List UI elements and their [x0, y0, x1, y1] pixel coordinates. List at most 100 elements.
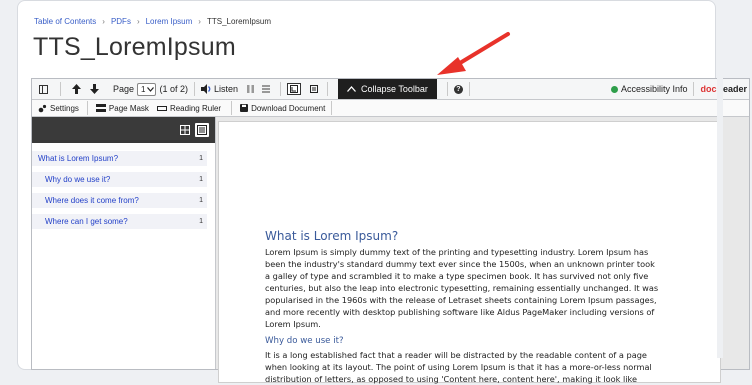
reading-ruler-icon: [156, 105, 167, 111]
next-page-button[interactable]: [85, 81, 103, 97]
breadcrumb-link-pdfs[interactable]: PDFs: [111, 17, 131, 26]
toc-item-label: Where does it come from?: [45, 196, 139, 205]
page-label: Page: [113, 84, 135, 94]
toc-sidebar: What is Lorem Ipsum? 1 Why do we use it?…: [32, 117, 216, 369]
stop-button[interactable]: [258, 81, 274, 97]
toolbar-divider: [468, 82, 470, 96]
toolbar-divider: [194, 82, 195, 96]
docreader-logo: docReader: [700, 84, 747, 94]
toggle-sidebar-button[interactable]: [32, 81, 54, 97]
breadcrumb-separator: ›: [136, 17, 140, 26]
toc-item-page: 1: [199, 155, 203, 162]
page-view-icon: [310, 85, 319, 93]
list-icon: [197, 125, 207, 135]
text-view-icon: [290, 85, 299, 93]
check-circle-icon: [610, 85, 618, 93]
reading-ruler-label: Reading Ruler: [169, 103, 222, 113]
page-title: TTS_LoremIpsum: [33, 33, 236, 61]
doc-line: been the industry's standard dummy text …: [265, 259, 655, 269]
breadcrumb-separator: ›: [198, 17, 201, 26]
chevron-down-icon: [147, 86, 155, 92]
arrow-down-icon: [89, 84, 99, 94]
doc-line: Lorem Ipsum.: [265, 319, 321, 329]
arrow-up-icon: [71, 84, 81, 94]
accessibility-info-label: Accessibility Info: [620, 84, 688, 94]
doc-line: distribution of letters, as opposed to u…: [265, 374, 637, 384]
toolbar-divider: [331, 101, 333, 115]
secondary-toolbar: Settings Page Mask Reading Ruler Downloa…: [32, 100, 749, 117]
download-document-label: Download Document: [251, 103, 326, 113]
pause-button[interactable]: [242, 81, 258, 97]
page-select-value: 1: [141, 84, 146, 94]
doc-line: centuries, but also the leap into electr…: [265, 283, 659, 293]
settings-icon: [38, 104, 47, 112]
help-icon[interactable]: ?: [453, 84, 463, 94]
accessibility-info-button[interactable]: Accessibility Info: [610, 84, 688, 94]
previous-page-button[interactable]: [67, 81, 85, 97]
sidebar-header: [32, 117, 215, 143]
reading-ruler-button[interactable]: Reading Ruler: [155, 100, 227, 116]
toc-item[interactable]: Where does it come from? 1: [32, 193, 207, 209]
collapse-toolbar-label: Collapse Toolbar: [361, 84, 428, 94]
floppy-disk-icon: [240, 104, 249, 112]
settings-button[interactable]: Settings: [32, 100, 87, 116]
stop-icon: [262, 85, 271, 93]
toc-item[interactable]: Where can I get some? 1: [32, 214, 207, 230]
breadcrumb-separator: ›: [102, 17, 105, 26]
thumbnail-view-button[interactable]: [178, 123, 192, 137]
toolbar-divider: [693, 82, 695, 96]
chevron-up-icon: [347, 86, 357, 92]
doc-line: It is a long established fact that a rea…: [265, 350, 647, 360]
download-document-button[interactable]: Download Document: [240, 100, 331, 116]
page-view-button[interactable]: [307, 81, 321, 97]
outline-view-button[interactable]: [195, 123, 209, 137]
brand-doc: doc: [700, 84, 717, 94]
document-viewer: Page 1 (1 of 2) Listen Collapse Toolbar: [31, 78, 750, 384]
toc-item-page: 1: [199, 218, 203, 225]
collapse-toolbar-button[interactable]: Collapse Toolbar: [338, 79, 437, 99]
doc-line: and more recently with desktop publishin…: [265, 307, 655, 317]
doc-line: Lorem Ipsum is simply dummy text of the …: [265, 247, 649, 257]
toc-list: What is Lorem Ipsum? 1 Why do we use it?…: [32, 151, 207, 235]
doc-line: popularised in the 1960s with the releas…: [265, 295, 657, 305]
toolbar-divider: [327, 82, 329, 96]
toolbar-divider: [446, 82, 448, 96]
page-count: (1 of 2): [159, 84, 188, 94]
page-scroll-gutter: [717, 0, 723, 358]
toolbar-divider: [86, 101, 88, 115]
toc-item-page: 1: [199, 176, 203, 183]
doc-heading-why-do-we-use-it: Why do we use it?: [265, 336, 344, 346]
main-toolbar: Page 1 (1 of 2) Listen Collapse Toolbar: [32, 79, 749, 100]
toolbar-divider: [231, 101, 233, 115]
document-area: What is Lorem Ipsum? Lorem Ipsum is simp…: [216, 117, 749, 384]
breadcrumb: Table of Contents › PDFs › Lorem Ipsum ›…: [34, 17, 271, 26]
page-mask-icon: [95, 104, 106, 112]
pause-icon: [246, 85, 254, 93]
toc-item[interactable]: Why do we use it? 1: [32, 172, 207, 188]
breadcrumb-link-toc[interactable]: Table of Contents: [34, 17, 96, 26]
toc-item-label: What is Lorem Ipsum?: [38, 154, 119, 163]
toc-item-label: Why do we use it?: [45, 175, 111, 184]
doc-line: when looking at its layout. The point of…: [265, 362, 652, 372]
settings-label: Settings: [50, 103, 79, 113]
grid-icon: [180, 125, 190, 135]
speaker-icon: [201, 84, 211, 94]
page-select[interactable]: 1: [137, 82, 157, 96]
page-mask-button[interactable]: Page Mask: [94, 100, 155, 116]
document-page: What is Lorem Ipsum? Lorem Ipsum is simp…: [219, 122, 720, 385]
doc-line: a galley of type and scrambled it to mak…: [265, 271, 649, 281]
listen-label: Listen: [214, 84, 239, 94]
toc-item-label: Where can I get some?: [45, 217, 128, 226]
doc-paragraph-2: It is a long established fact that a rea…: [265, 349, 665, 385]
page-mask-label: Page Mask: [108, 103, 149, 113]
doc-paragraph-1: Lorem Ipsum is simply dummy text of the …: [265, 246, 665, 330]
breadcrumb-link-lorem-ipsum[interactable]: Lorem Ipsum: [146, 17, 193, 26]
toolbar-divider: [60, 82, 61, 96]
listen-button[interactable]: Listen: [201, 81, 238, 97]
doc-heading-what-is-lorem-ipsum: What is Lorem Ipsum?: [265, 229, 399, 243]
sidebar-icon: [38, 84, 48, 94]
toc-item-page: 1: [199, 197, 203, 204]
toolbar-divider: [280, 82, 282, 96]
toc-item[interactable]: What is Lorem Ipsum? 1: [32, 151, 207, 167]
text-view-button[interactable]: [287, 83, 302, 95]
